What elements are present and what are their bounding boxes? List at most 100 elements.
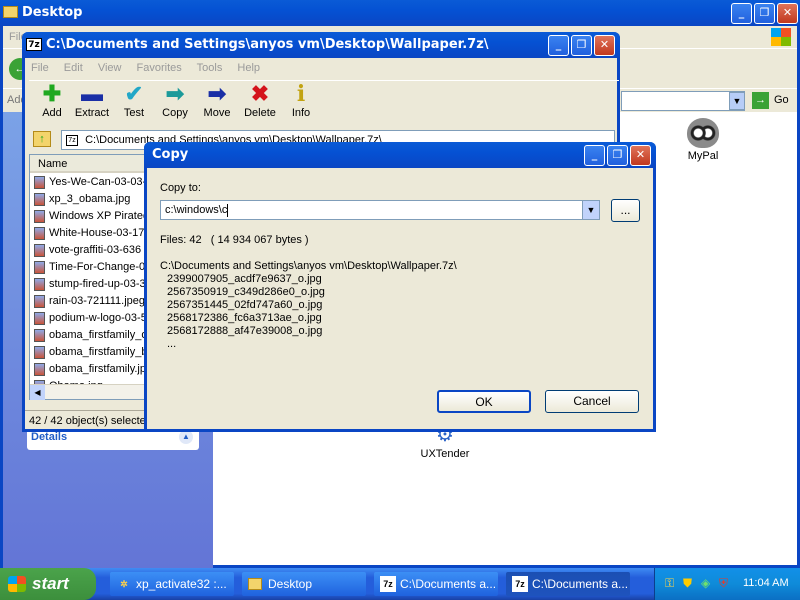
destination-value: c:\windows\c <box>165 204 228 216</box>
menu-help[interactable]: Help <box>237 62 260 74</box>
go-button[interactable]: Go <box>774 94 789 106</box>
minus-icon: ▬ <box>81 81 103 106</box>
desktop-window-titlebar[interactable]: Desktop _ ❐ ✕ <box>0 0 800 26</box>
menu-favorites[interactable]: Favorites <box>137 62 182 74</box>
delete-label: Delete <box>244 107 276 119</box>
copy-arrow-icon: ➡ <box>165 81 185 106</box>
taskbar-item-activate[interactable]: ✲ xp_activate32 :... <box>110 572 234 596</box>
image-file-icon <box>34 362 45 376</box>
files-info: Files: 42 ( 14 934 067 bytes ) <box>160 234 309 246</box>
list-item[interactable]: obama_firstfamily_o <box>34 327 144 344</box>
sevenzip-titlebar[interactable]: 7z C:\Documents and Settings\anyos vm\De… <box>22 32 620 58</box>
maximize-button[interactable]: ❐ <box>571 35 592 56</box>
destination-combobox[interactable]: c:\windows\c ▼ <box>160 200 600 220</box>
minimize-button[interactable]: _ <box>731 3 752 24</box>
sevenzip-title: C:\Documents and Settings\anyos vm\Deskt… <box>46 37 489 52</box>
minimize-button[interactable]: _ <box>584 145 605 166</box>
move-label: Move <box>203 107 231 119</box>
file-list-item: 2567351445_02fd747a60_o.jpg <box>167 299 323 311</box>
chevron-up-icon[interactable]: ▲ <box>179 430 193 444</box>
windows-flag-icon <box>8 576 26 592</box>
key-icon[interactable]: ⚿ <box>665 576 674 591</box>
copy-label: Copy <box>162 107 188 119</box>
taskbar-item-7z-2[interactable]: 7z C:\Documents a... <box>506 572 630 596</box>
list-item-label: rain-03-721111.jpeg <box>49 295 144 307</box>
list-item[interactable]: Yes-We-Can-03-03- <box>34 174 144 191</box>
copy-button[interactable]: ➡ Copy <box>159 81 191 119</box>
address-input[interactable] <box>621 91 745 111</box>
desktop-window-title: Desktop <box>22 5 83 20</box>
menu-edit[interactable]: Edit <box>64 62 83 74</box>
start-button[interactable]: start <box>0 568 96 600</box>
list-item-label: Yes-We-Can-03-03- <box>49 176 144 188</box>
list-item[interactable]: stump-fired-up-03-3 <box>34 276 144 293</box>
scroll-left-icon[interactable]: ◀ <box>30 385 45 400</box>
image-file-icon <box>34 277 45 291</box>
list-item[interactable]: podium-w-logo-03-5 <box>34 310 144 327</box>
close-button[interactable]: ✕ <box>630 145 651 166</box>
list-item[interactable]: Time-For-Change-0 <box>34 259 144 276</box>
system-tray: ⚿ ⛊ ◈ ⛨ 11:04 AM <box>654 568 800 600</box>
list-item[interactable]: xp_3_obama.jpg <box>34 191 144 208</box>
taskbar-item-label: C:\Documents a... <box>400 577 497 591</box>
menu-tools[interactable]: Tools <box>197 62 223 74</box>
go-arrow-icon[interactable]: → <box>752 92 769 109</box>
list-item[interactable]: Windows XP Pirated <box>34 208 144 225</box>
desktop-icon-label: UXTender <box>420 448 470 460</box>
add-button[interactable]: ✚ Add <box>35 81 69 119</box>
close-button[interactable]: ✕ <box>594 35 615 56</box>
test-label: Test <box>123 107 145 119</box>
list-item[interactable]: obama_firstfamily.jp <box>34 361 144 378</box>
list-item-label: White-House-03-17 <box>49 227 144 239</box>
list-item[interactable]: obama_firstfamily_b <box>34 344 144 361</box>
add-label: Add <box>42 107 62 119</box>
list-item[interactable]: vote-graffiti-03-636 <box>34 242 144 259</box>
delete-button[interactable]: ✖ Delete <box>241 81 279 119</box>
folder-icon <box>248 578 262 590</box>
extract-button[interactable]: ▬ Extract <box>71 81 113 119</box>
list-item-label: Time-For-Change-0 <box>49 261 144 273</box>
cancel-button[interactable]: Cancel <box>545 390 639 413</box>
list-item[interactable]: White-House-03-17 <box>34 225 144 242</box>
image-file-icon <box>34 311 45 325</box>
list-item-label: xp_3_obama.jpg <box>49 193 131 205</box>
security-alert-icon[interactable]: ⛨ <box>719 576 728 591</box>
file-list-item: 2568172386_fc6a3713ae_o.jpg <box>167 312 322 324</box>
list-item-label: Windows XP Pirated <box>49 210 144 222</box>
up-folder-icon[interactable]: ↑ <box>33 131 51 147</box>
maximize-button[interactable]: ❐ <box>607 145 628 166</box>
maximize-button[interactable]: ❐ <box>754 3 775 24</box>
close-button[interactable]: ✕ <box>777 3 798 24</box>
ok-button[interactable]: OK <box>437 390 531 413</box>
list-item[interactable]: rain-03-721111.jpeg <box>34 293 144 310</box>
list-item-label: podium-w-logo-03-5 <box>49 312 144 324</box>
image-file-icon <box>34 209 45 223</box>
chevron-down-icon[interactable]: ▼ <box>582 201 599 219</box>
copy-dialog-title: Copy <box>152 147 189 162</box>
browse-button[interactable]: ... <box>611 199 640 222</box>
taskbar-item-7z-1[interactable]: 7z C:\Documents a... <box>374 572 498 596</box>
text-caret <box>227 203 229 217</box>
image-file-icon <box>34 328 45 342</box>
shield-icon[interactable]: ⛊ <box>683 576 692 591</box>
column-header-name[interactable]: Name <box>30 155 154 173</box>
list-item-label: obama_firstfamily_o <box>49 329 144 341</box>
horizontal-scrollbar[interactable]: ◀ <box>30 384 150 400</box>
move-button[interactable]: ➡ Move <box>201 81 233 119</box>
copy-dialog-titlebar[interactable]: Copy _ ❐ ✕ <box>144 142 656 168</box>
plus-icon: ✚ <box>42 81 62 106</box>
network-icon[interactable]: ◈ <box>701 576 710 590</box>
menu-file[interactable]: File <box>31 62 49 74</box>
info-button[interactable]: i Info <box>287 81 315 119</box>
file-list-item: 2568172888_af47e39008_o.jpg <box>167 325 323 337</box>
menu-view[interactable]: View <box>98 62 122 74</box>
address-dropdown-icon[interactable]: ▼ <box>729 92 745 110</box>
taskbar-item-desktop[interactable]: Desktop <box>242 572 366 596</box>
file-list-item: 2399007905_acdf7e9637_o.jpg <box>167 273 322 285</box>
minimize-button[interactable]: _ <box>548 35 569 56</box>
desktop-icon-mypal[interactable]: MyPal <box>675 118 731 162</box>
desktop-icon-label: MyPal <box>687 150 719 162</box>
test-button[interactable]: ✔ Test <box>119 81 149 119</box>
list-item-label: obama_firstfamily.jp <box>49 363 144 375</box>
image-file-icon <box>34 345 45 359</box>
